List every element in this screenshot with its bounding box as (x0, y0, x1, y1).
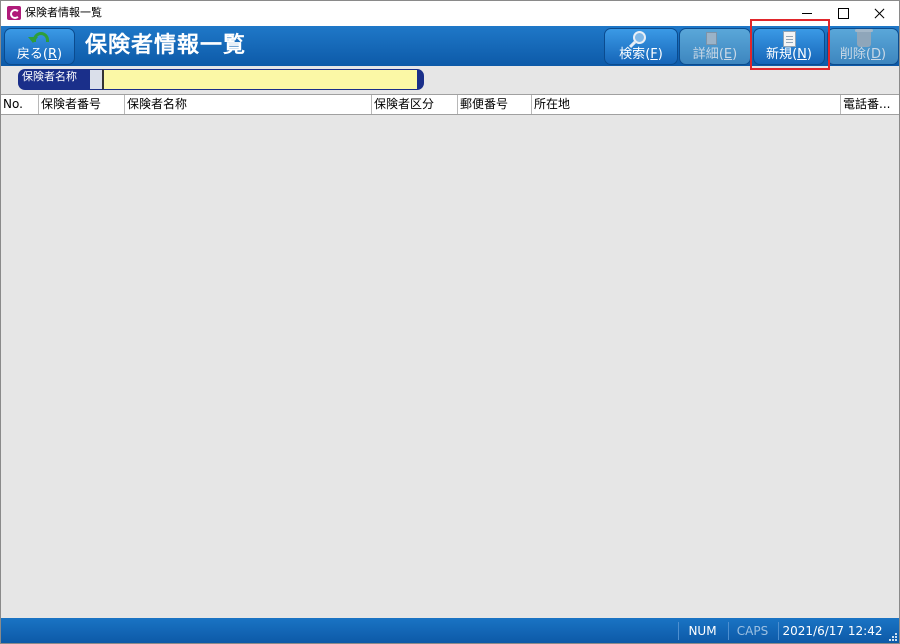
delete-button[interactable]: 削除(D) (827, 28, 899, 65)
filter-label-box: 保険者名称 (18, 69, 90, 90)
column-header-no[interactable]: No. (1, 95, 39, 114)
datetime-display: 2021/6/17 12:42 (778, 622, 886, 640)
insurer-name-input[interactable] (102, 69, 417, 90)
filter-input-cap (417, 69, 424, 90)
column-header-insurer-name[interactable]: 保険者名称 (125, 95, 372, 114)
detail-button-label: 詳細 (692, 47, 719, 62)
filter-label: 保険者名称 (22, 70, 77, 83)
column-header-postal-code[interactable]: 郵便番号 (458, 95, 532, 114)
insurer-table[interactable]: No. 保険者番号 保険者名称 保険者区分 郵便番号 所在地 電話番... (1, 94, 899, 618)
delete-button-label: 削除 (839, 47, 866, 62)
filter-ime-indicator (90, 69, 102, 90)
column-header-address[interactable]: 所在地 (532, 95, 841, 114)
application-window: 保険者情報一覧 戻る(R) 保険者情報一覧 検索(F) 詳細(E) 新規(N) … (0, 0, 900, 644)
app-logo-icon (7, 6, 21, 20)
magnifier-icon (633, 31, 646, 44)
toolbar-header: 戻る(R) 保険者情報一覧 検索(F) 詳細(E) 新規(N) 削除(D) (1, 26, 899, 66)
back-button[interactable]: 戻る(R) (4, 28, 75, 65)
back-button-key: R (47, 47, 58, 62)
search-button-key: F (650, 47, 658, 62)
status-bar: NUM CAPS 2021/6/17 12:42 (1, 618, 899, 643)
title-bar: 保険者情報一覧 (1, 1, 899, 26)
delete-button-key: D (871, 47, 882, 62)
resize-grip-icon[interactable] (888, 632, 898, 642)
page-title: 保険者情報一覧 (85, 33, 247, 58)
close-window-button[interactable] (857, 1, 899, 26)
column-header-phone[interactable]: 電話番... (841, 95, 899, 114)
back-arrow-icon (28, 32, 49, 43)
documents-icon (706, 29, 725, 45)
caps-lock-indicator: CAPS (728, 622, 776, 640)
new-button-key: N (797, 47, 807, 62)
new-document-icon (783, 31, 796, 47)
back-button-label: 戻る (16, 47, 43, 62)
search-button[interactable]: 検索(F) (604, 28, 678, 65)
window-title: 保険者情報一覧 (25, 6, 102, 19)
new-button[interactable]: 新規(N) (753, 28, 825, 65)
new-button-label: 新規 (766, 47, 793, 62)
detail-button[interactable]: 詳細(E) (679, 28, 751, 65)
num-lock-indicator: NUM (678, 622, 726, 640)
search-button-label: 検索 (619, 47, 646, 62)
trash-icon (855, 29, 873, 47)
column-header-insurer-category[interactable]: 保険者区分 (372, 95, 458, 114)
detail-button-key: E (723, 47, 733, 62)
column-header-insurer-number[interactable]: 保険者番号 (39, 95, 125, 114)
table-header: No. 保険者番号 保険者名称 保険者区分 郵便番号 所在地 電話番... (1, 94, 899, 115)
